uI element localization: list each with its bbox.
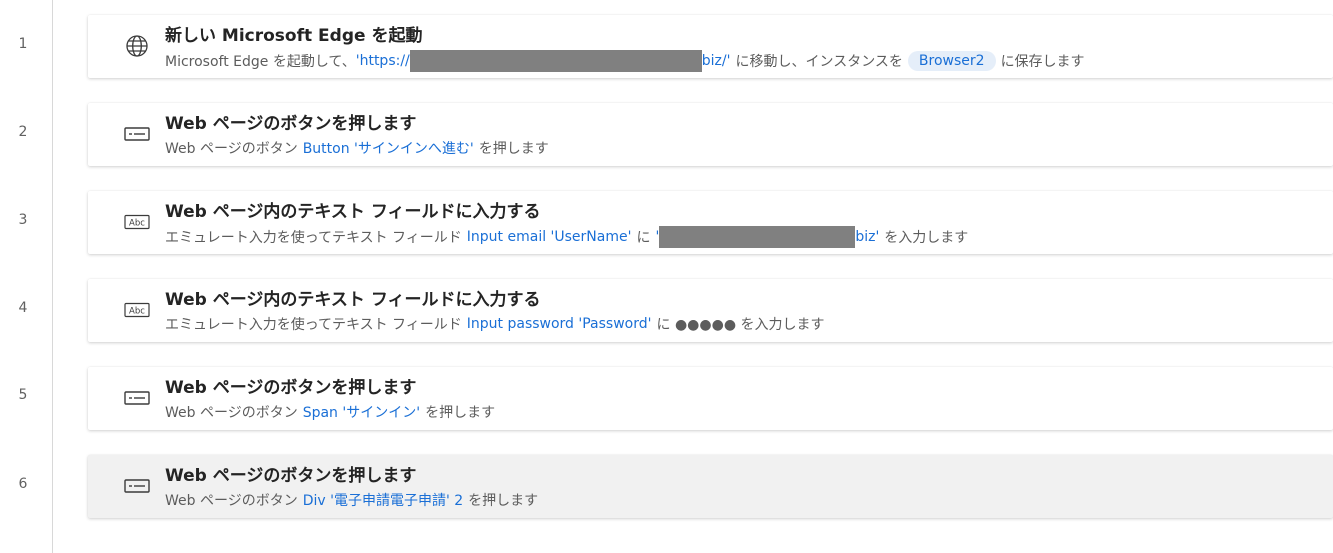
step-title: Web ページ内のテキスト フィールドに入力する <box>165 290 541 310</box>
desc-text: を押します <box>425 405 496 421</box>
button-icon <box>124 121 150 147</box>
flow-step-launch-edge[interactable]: 新しい Microsoft Edge を起動 Microsoft Edge を起… <box>88 15 1333 78</box>
ui-element-link[interactable]: Button 'サインインへ進む' <box>303 138 474 158</box>
desc-text: を入力します <box>884 230 969 246</box>
flow-step-press-button[interactable]: Web ページのボタンを押します Web ページのボタン Button 'サイン… <box>88 103 1333 166</box>
ui-element-link[interactable]: Input email 'UserName' <box>467 229 632 245</box>
step-description: Web ページのボタン Button 'サインインへ進む' を押します <box>165 138 549 158</box>
redaction-block <box>659 226 856 248</box>
desc-text: に保存します <box>1000 54 1085 70</box>
ui-element-link[interactable]: Input password 'Password' <box>467 316 652 332</box>
textfield-icon: Abc <box>124 209 150 235</box>
flow-step-press-signin[interactable]: Web ページのボタンを押します Web ページのボタン Span 'サインイン… <box>88 367 1333 430</box>
url-start: 'https:// <box>355 53 410 69</box>
flow-step-fill-textfield[interactable]: Abc Web ページ内のテキスト フィールドに入力する エミュレート入力を使っ… <box>88 191 1333 254</box>
desc-text: Web ページのボタン <box>165 405 298 421</box>
flow-step-press-div-selected[interactable]: Web ページのボタンを押します Web ページのボタン Div '電子申請電子… <box>88 455 1333 518</box>
desc-text: Web ページのボタン <box>165 493 298 509</box>
line-number: 6 <box>18 476 28 492</box>
svg-text:Abc: Abc <box>129 219 145 229</box>
line-number: 3 <box>18 212 28 228</box>
step-description: Web ページのボタン Div '電子申請電子申請' 2 を押します <box>165 490 538 510</box>
globe-icon <box>124 33 150 59</box>
ui-element-link[interactable]: Div '電子申請電子申請' 2 <box>303 490 463 510</box>
desc-text: Microsoft Edge を起動して、 <box>165 54 356 70</box>
button-icon <box>124 473 150 499</box>
redaction-block <box>409 50 702 72</box>
url-end: biz/' <box>701 53 731 69</box>
line-number-gutter: 1 2 3 4 5 6 <box>0 0 53 553</box>
desc-text: エミュレート入力を使ってテキスト フィールド <box>165 230 462 246</box>
desc-text: に <box>636 230 651 246</box>
step-title: Web ページのボタンを押します <box>165 466 417 486</box>
variable-pill[interactable]: Browser2 <box>907 51 996 71</box>
step-title: Web ページのボタンを押します <box>165 114 417 134</box>
line-number: 5 <box>18 387 28 403</box>
ui-element-link[interactable]: Span 'サインイン' <box>303 402 420 422</box>
line-number: 2 <box>18 124 28 140</box>
desc-text: Web ページのボタン <box>165 141 298 157</box>
line-number: 1 <box>18 36 28 52</box>
button-icon <box>124 385 150 411</box>
svg-text:Abc: Abc <box>129 307 145 317</box>
desc-text: を押します <box>468 493 539 509</box>
value-end: biz' <box>855 229 880 245</box>
step-description: エミュレート入力を使ってテキスト フィールド Input email 'User… <box>165 226 968 248</box>
step-title: Web ページ内のテキスト フィールドに入力する <box>165 202 541 222</box>
flow-step-fill-password[interactable]: Abc Web ページ内のテキスト フィールドに入力する エミュレート入力を使っ… <box>88 279 1333 342</box>
step-title: 新しい Microsoft Edge を起動 <box>165 26 423 46</box>
desc-text: に移動し、インスタンスを <box>735 54 903 70</box>
step-description: Microsoft Edge を起動して、 'https:// biz/' に移… <box>165 50 1085 72</box>
step-title: Web ページのボタンを押します <box>165 378 417 398</box>
desc-text: エミュレート入力を使ってテキスト フィールド <box>165 317 462 333</box>
textfield-icon: Abc <box>124 297 150 323</box>
desc-text: を押します <box>478 141 549 157</box>
step-description: Web ページのボタン Span 'サインイン' を押します <box>165 402 495 422</box>
step-description: エミュレート入力を使ってテキスト フィールド Input password 'P… <box>165 314 824 334</box>
line-number: 4 <box>18 300 28 316</box>
desc-text: に ●●●●● を入力します <box>656 317 825 333</box>
